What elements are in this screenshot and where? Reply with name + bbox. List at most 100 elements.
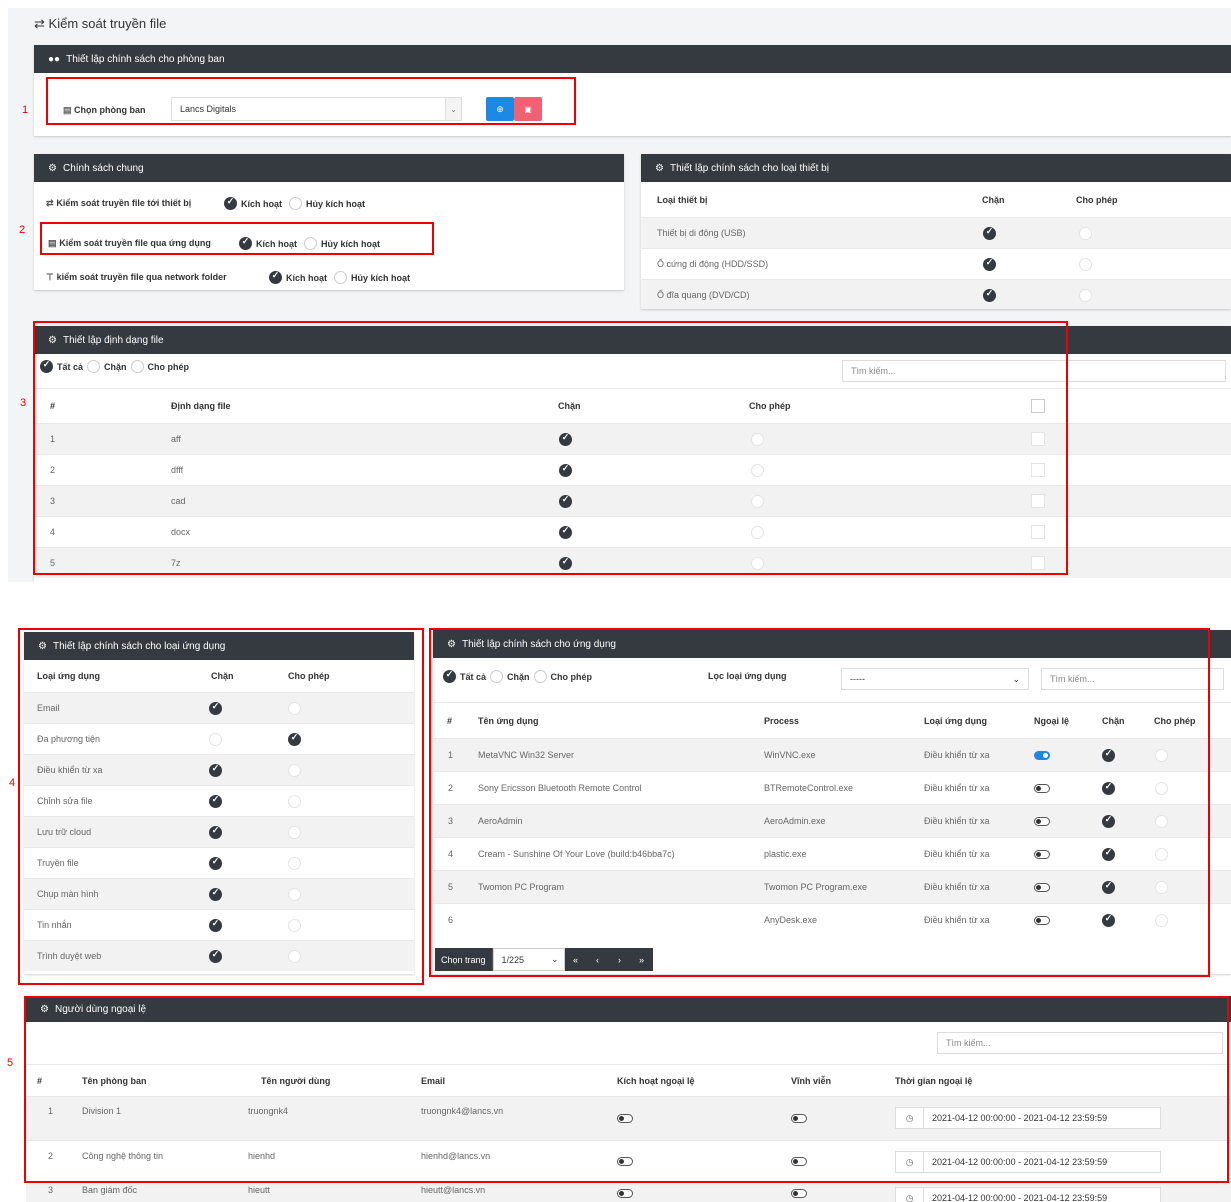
filter-allow-radio[interactable] (130, 360, 144, 373)
network-deactivate-radio[interactable] (334, 271, 348, 284)
allow-radio[interactable] (288, 732, 301, 746)
block-radio[interactable] (559, 463, 572, 477)
allow-radio[interactable] (1079, 226, 1092, 240)
table-row: 2 Công nghệ thông tin hienhd hienhd@lanc… (26, 1140, 1231, 1182)
filter-all-radio[interactable] (443, 669, 456, 683)
app-type-filter-select[interactable]: ----- ⌄ (841, 668, 1029, 690)
block-radio[interactable] (209, 763, 222, 777)
exception-active-toggle[interactable] (617, 1157, 633, 1166)
page-title: ⇄ Kiểm soát truyền file (34, 16, 167, 31)
device-deactivate-radio[interactable] (289, 197, 303, 210)
allow-radio[interactable] (288, 856, 301, 870)
filter-block-radio[interactable] (490, 670, 504, 683)
row-index: 5 (50, 558, 56, 568)
block-radio[interactable] (1102, 781, 1115, 795)
exception-toggle[interactable] (1034, 783, 1050, 793)
file-format-card: ⚙ Thiết lập định dạng file Tất cả Chặn C… (34, 326, 1231, 582)
exception-toggle[interactable] (1034, 915, 1050, 925)
block-radio[interactable] (1102, 748, 1115, 762)
allow-radio[interactable] (1155, 913, 1168, 927)
exception-time-range[interactable]: ◷ 2021-04-12 00:00:00 - 2021-04-12 23:59… (895, 1107, 1161, 1129)
exception-toggle[interactable] (1034, 849, 1050, 859)
allow-radio[interactable] (751, 494, 764, 508)
allow-radio[interactable] (1079, 288, 1092, 302)
exception-active-toggle[interactable] (617, 1189, 633, 1198)
allow-radio[interactable] (1155, 880, 1168, 894)
delete-dept-button[interactable]: ▣ (514, 97, 542, 121)
exception-toggle[interactable] (1034, 816, 1050, 826)
block-radio[interactable] (209, 794, 222, 808)
next-page-icon[interactable]: › (609, 948, 631, 971)
filter-block-radio[interactable] (87, 360, 101, 373)
allow-radio[interactable] (751, 432, 764, 446)
app-search-input[interactable]: Tìm kiếm... (1041, 668, 1224, 690)
exception-active-toggle[interactable] (617, 1114, 633, 1123)
app-type: Điều khiển từ xa (924, 783, 990, 793)
block-radio[interactable] (559, 494, 572, 508)
allow-radio[interactable] (1155, 847, 1168, 861)
block-radio[interactable] (983, 257, 996, 271)
allow-radio[interactable] (288, 701, 301, 715)
row-index: 3 (50, 496, 56, 506)
dept-select[interactable]: Lancs Digitals ⌄ (171, 97, 462, 121)
block-radio[interactable] (1102, 814, 1115, 828)
filter-allow-radio[interactable] (533, 670, 547, 683)
allow-radio[interactable] (751, 556, 764, 570)
allow-radio[interactable] (288, 887, 301, 901)
row-checkbox[interactable] (1031, 556, 1045, 570)
permanent-toggle[interactable] (791, 1189, 807, 1198)
user-search-input[interactable]: Tìm kiếm... (937, 1032, 1223, 1054)
block-radio[interactable] (983, 226, 996, 240)
page-select[interactable]: 1/225 ⌄ (492, 948, 565, 971)
block-radio[interactable] (209, 856, 222, 870)
block-radio[interactable] (1102, 880, 1115, 894)
row-checkbox[interactable] (1031, 432, 1045, 446)
last-page-icon[interactable]: » (631, 948, 653, 971)
row-checkbox[interactable] (1031, 494, 1045, 508)
block-radio[interactable] (209, 918, 222, 932)
block-radio[interactable] (983, 288, 996, 302)
app-deactivate-radio[interactable] (304, 237, 318, 250)
allow-radio[interactable] (1155, 814, 1168, 828)
row-checkbox[interactable] (1031, 463, 1045, 477)
block-radio[interactable] (559, 556, 572, 570)
allow-radio[interactable] (1079, 257, 1092, 271)
allow-radio[interactable] (751, 463, 764, 477)
filter-all-radio[interactable] (40, 359, 53, 373)
file-search-input[interactable]: Tìm kiếm... (842, 360, 1226, 382)
block-radio[interactable] (209, 825, 222, 839)
allow-radio[interactable] (288, 918, 301, 932)
allow-radio[interactable] (288, 794, 301, 808)
exception-time-range[interactable]: ◷ 2021-04-12 00:00:00 - 2021-04-12 23:59… (895, 1151, 1161, 1173)
block-radio[interactable] (209, 732, 222, 746)
allow-radio[interactable] (1155, 748, 1168, 762)
select-all-checkbox[interactable] (1031, 399, 1045, 413)
block-radio[interactable] (209, 701, 222, 715)
allow-radio[interactable] (288, 763, 301, 777)
permanent-toggle[interactable] (791, 1157, 807, 1166)
block-radio[interactable] (1102, 847, 1115, 861)
exception-toggle[interactable] (1034, 750, 1050, 760)
allow-radio[interactable] (751, 525, 764, 539)
allow-radio[interactable] (1155, 781, 1168, 795)
row-index: 2 (48, 1150, 54, 1161)
block-radio[interactable] (209, 887, 222, 901)
first-page-icon[interactable]: « (565, 948, 587, 971)
exception-time-range[interactable]: ◷ 2021-04-12 00:00:00 - 2021-04-12 23:59… (895, 1187, 1161, 1202)
block-radio[interactable] (1102, 913, 1115, 927)
prev-page-icon[interactable]: ‹ (587, 948, 609, 971)
users-icon: ●● (48, 53, 61, 65)
network-activate-radio[interactable] (269, 270, 282, 284)
permanent-toggle[interactable] (791, 1114, 807, 1123)
app-activate-radio[interactable] (239, 236, 252, 250)
exception-toggle[interactable] (1034, 882, 1050, 892)
allow-radio[interactable] (288, 949, 301, 963)
block-radio[interactable] (209, 949, 222, 963)
block-radio[interactable] (559, 432, 572, 446)
add-dept-button[interactable]: ⊕ (486, 97, 514, 121)
row-checkbox[interactable] (1031, 525, 1045, 539)
allow-radio[interactable] (288, 825, 301, 839)
app-name: MetaVNC Win32 Server (478, 750, 575, 760)
block-radio[interactable] (559, 525, 572, 539)
device-activate-radio[interactable] (224, 196, 237, 210)
